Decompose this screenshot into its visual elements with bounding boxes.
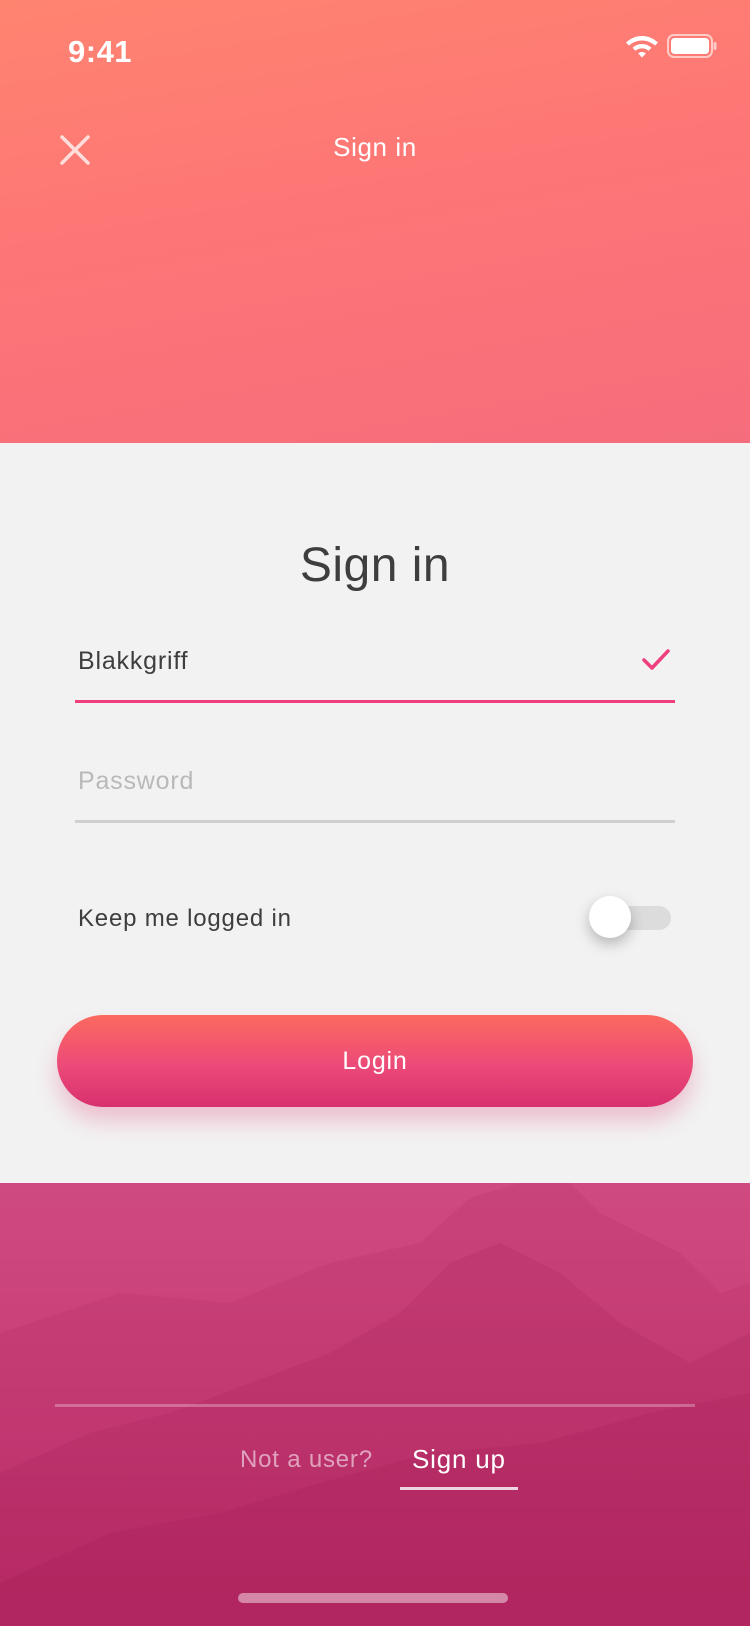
toggle-knob [589, 896, 631, 938]
username-value: Blakkgriff [78, 647, 189, 675]
battery-icon [667, 34, 717, 58]
login-button[interactable]: Login [57, 1015, 693, 1107]
password-field[interactable]: Password [75, 753, 675, 823]
status-time: 9:41 [68, 34, 133, 69]
keep-logged-in-label: Keep me logged in [78, 905, 292, 932]
keep-logged-in-toggle[interactable] [589, 893, 673, 943]
wifi-icon [626, 36, 658, 58]
username-underline [75, 700, 675, 703]
username-field[interactable]: Blakkgriff [75, 633, 675, 703]
form-title: Sign in [299, 539, 451, 592]
sign-in-card: Sign in Blakkgriff Password Keep me logg… [0, 443, 750, 1183]
password-placeholder: Password [78, 767, 195, 795]
keep-logged-in-row: Keep me logged in [75, 893, 675, 943]
footer-divider [55, 1404, 695, 1407]
header-area: 9:41 Sign in [0, 0, 750, 443]
sign-up-label: Sign up [412, 1444, 506, 1474]
password-underline [75, 820, 675, 823]
not-a-user-text: Not a user? [240, 1446, 373, 1473]
home-indicator [238, 1593, 508, 1603]
status-icons [625, 32, 720, 60]
sign-up-underline [400, 1487, 518, 1490]
footer-area: Not a user? Sign up [0, 1183, 750, 1626]
sign-up-link[interactable]: Sign up [400, 1440, 518, 1490]
check-icon [642, 649, 670, 670]
header-title: Sign in [333, 132, 417, 162]
